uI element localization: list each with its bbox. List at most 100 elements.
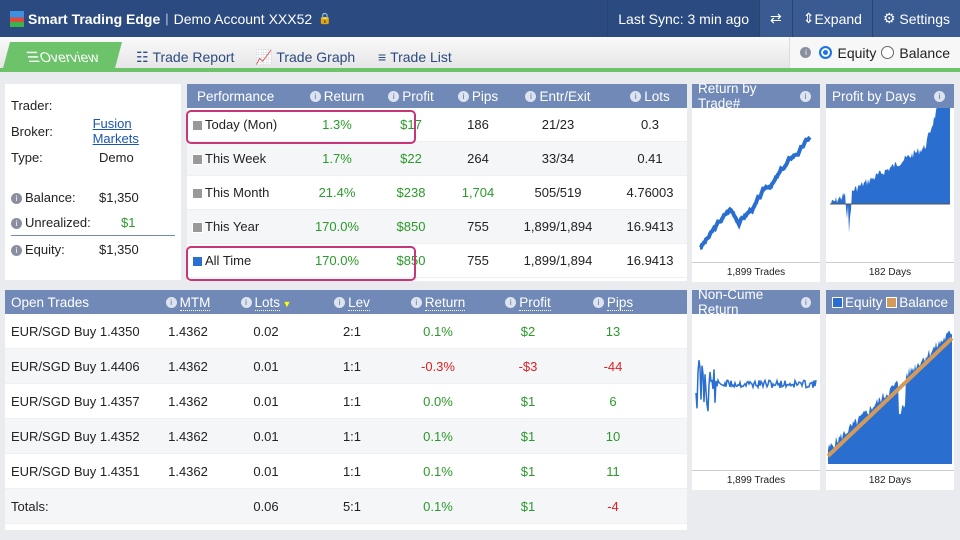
column-header-label: Entr/Exit xyxy=(539,88,591,104)
cell: 1.4362 xyxy=(155,464,221,479)
cell-value: 1.4362 xyxy=(168,358,208,374)
cell-value: 755 xyxy=(467,219,489,234)
cell: 505/519 xyxy=(503,185,613,200)
info-icon: i xyxy=(334,297,346,309)
sync-button[interactable]: ⇄ xyxy=(759,0,792,37)
cell-value: $1 xyxy=(520,463,536,479)
cell: 1.4362 xyxy=(155,394,221,409)
cell-value: 1:1 xyxy=(342,463,362,479)
column-header[interactable]: i Entr/Exit xyxy=(503,89,613,104)
column-header[interactable]: i Lots ▼ xyxy=(221,294,311,311)
cell-value: 186 xyxy=(467,117,489,132)
cell: 0.41 xyxy=(613,151,687,166)
cell: 0.01 xyxy=(221,429,311,444)
cell-value: 0.3 xyxy=(640,117,660,132)
balance-legend-swatch xyxy=(886,296,898,308)
info-icon[interactable]: i xyxy=(800,296,811,308)
cell-value: 264 xyxy=(467,151,489,166)
tab-trade-report[interactable]: ☷ Trade Report xyxy=(136,42,234,72)
cell-value: -$3 xyxy=(518,358,538,374)
cell: EUR/SGD Buy 1.4357 xyxy=(5,394,155,409)
highlight-today xyxy=(186,110,416,144)
cell-value: 1.4362 xyxy=(168,323,208,339)
cell-value: 0.1% xyxy=(423,428,453,444)
trade-row[interactable]: EUR/SGD Buy 1.4350 1.4362 0.02 2:1 0.1% $2 13 xyxy=(5,314,687,349)
cell: 0.02 xyxy=(221,324,311,339)
cell: $1 xyxy=(483,499,573,514)
app-logo-icon xyxy=(10,10,24,27)
cell: 1:1 xyxy=(311,394,393,409)
cell: $238 xyxy=(369,185,453,200)
cell: 0.1% xyxy=(393,499,483,514)
column-header[interactable]: i Profit xyxy=(483,294,573,311)
column-header[interactable]: i Return xyxy=(393,294,483,311)
cell-value: Totals: xyxy=(11,498,49,514)
cell: EUR/SGD Buy 1.4350 xyxy=(5,324,155,339)
tab-trade-graph[interactable]: 📈 Trade Graph xyxy=(255,42,355,72)
broker-link[interactable]: Fusion Markets xyxy=(93,116,175,146)
cell-value: 1,704 xyxy=(461,185,495,200)
account-name: Demo Account XXX52 xyxy=(173,10,313,27)
cell: 1.4362 xyxy=(155,429,221,444)
cell-value: 505/519 xyxy=(534,185,582,200)
cell: 755 xyxy=(453,219,503,234)
equity-balance-toggle: i Equity Balance xyxy=(789,37,960,68)
settings-label: Settings xyxy=(899,10,950,27)
performance-row[interactable]: This Month 21.4% $238 1,704 505/519 4.76003 xyxy=(187,176,687,210)
performance-row[interactable]: This Year 170.0% $850 755 1,899/1,894 16.9413 xyxy=(187,210,687,244)
column-header[interactable]: i Lots xyxy=(613,89,687,104)
broker-label: Broker: xyxy=(11,123,53,139)
cell: 0.3 xyxy=(613,117,687,132)
cell-value: 1.7% xyxy=(322,151,352,166)
column-header[interactable]: i Lev xyxy=(311,294,393,311)
chart-caption: 182 Days xyxy=(826,470,954,490)
settings-button[interactable]: ⚙ Settings xyxy=(871,0,960,37)
performance-row[interactable]: This Week 1.7% $22 264 33/34 0.41 xyxy=(187,142,687,176)
balance-radio[interactable] xyxy=(881,46,895,59)
sort-desc-icon: ▼ xyxy=(280,298,292,309)
non-cume-return-chart: Non-Cume Return i 1,899 Trades xyxy=(692,287,820,490)
trade-row[interactable]: EUR/SGD Buy 1.4351 1.4362 0.01 1:1 0.1% $1 11 xyxy=(5,454,687,489)
highlight-all-time xyxy=(186,246,416,281)
cell: -44 xyxy=(573,359,653,374)
info-icon[interactable]: i xyxy=(800,90,811,102)
cell-value: 16.9413 xyxy=(626,253,674,268)
cell: 1.4362 xyxy=(155,359,221,374)
trade-row[interactable]: EUR/SGD Buy 1.4352 1.4362 0.01 1:1 0.1% $1 10 xyxy=(5,419,687,454)
chart-caption: 182 Days xyxy=(826,262,954,282)
cell-value: 11 xyxy=(606,463,620,479)
cell: EUR/SGD Buy 1.4351 xyxy=(5,464,155,479)
trade-row[interactable]: EUR/SGD Buy 1.4357 1.4362 0.01 1:1 0.0% $1 6 xyxy=(5,384,687,419)
cell-value: 1,899/1,894 xyxy=(523,219,593,234)
cell-value: 2:1 xyxy=(342,323,362,339)
cell: 755 xyxy=(453,253,503,268)
expand-button[interactable]: ⇕ Expand xyxy=(791,0,872,37)
info-icon: i xyxy=(11,218,22,230)
column-header[interactable]: i Pips xyxy=(453,89,503,104)
column-header[interactable]: i Profit xyxy=(369,89,453,104)
tab-label: Overview xyxy=(36,48,100,65)
unrealized-label: Unrealized: xyxy=(25,215,91,230)
tab-overview[interactable]: ☰ Overview xyxy=(1,42,123,72)
tab-trade-list[interactable]: ≡ Trade List xyxy=(378,42,452,72)
trade-row[interactable]: EUR/SGD Buy 1.4406 1.4362 0.01 1:1 -0.3% -$3 -… xyxy=(5,349,687,384)
cell-value: EUR/SGD Buy 1.4357 xyxy=(11,393,140,409)
cell: $1 xyxy=(483,394,573,409)
info-icon[interactable]: i xyxy=(934,90,945,102)
expand-icon: ⇕ xyxy=(802,10,815,26)
info-icon: i xyxy=(630,91,642,103)
return-by-trade-plot xyxy=(699,135,812,250)
totals-row[interactable]: Totals: 0.06 5:1 0.1% $1 -4 xyxy=(5,489,687,524)
info-icon: i xyxy=(505,297,517,309)
cell-value: 0.0% xyxy=(423,393,453,409)
cell: EUR/SGD Buy 1.4352 xyxy=(5,429,155,444)
account-info-panel: Trader: Broker: Fusion Markets Type: Demo … xyxy=(5,84,181,280)
cell-value: 5:1 xyxy=(342,498,362,514)
column-header[interactable]: i Pips xyxy=(573,294,653,311)
equity-radio[interactable] xyxy=(819,46,833,59)
column-header[interactable]: i MTM xyxy=(155,294,221,311)
profit-by-days-plot xyxy=(830,108,950,234)
cell-value: $2 xyxy=(520,323,536,339)
column-header[interactable]: i Return xyxy=(305,89,369,104)
cell: 33/34 xyxy=(503,151,613,166)
